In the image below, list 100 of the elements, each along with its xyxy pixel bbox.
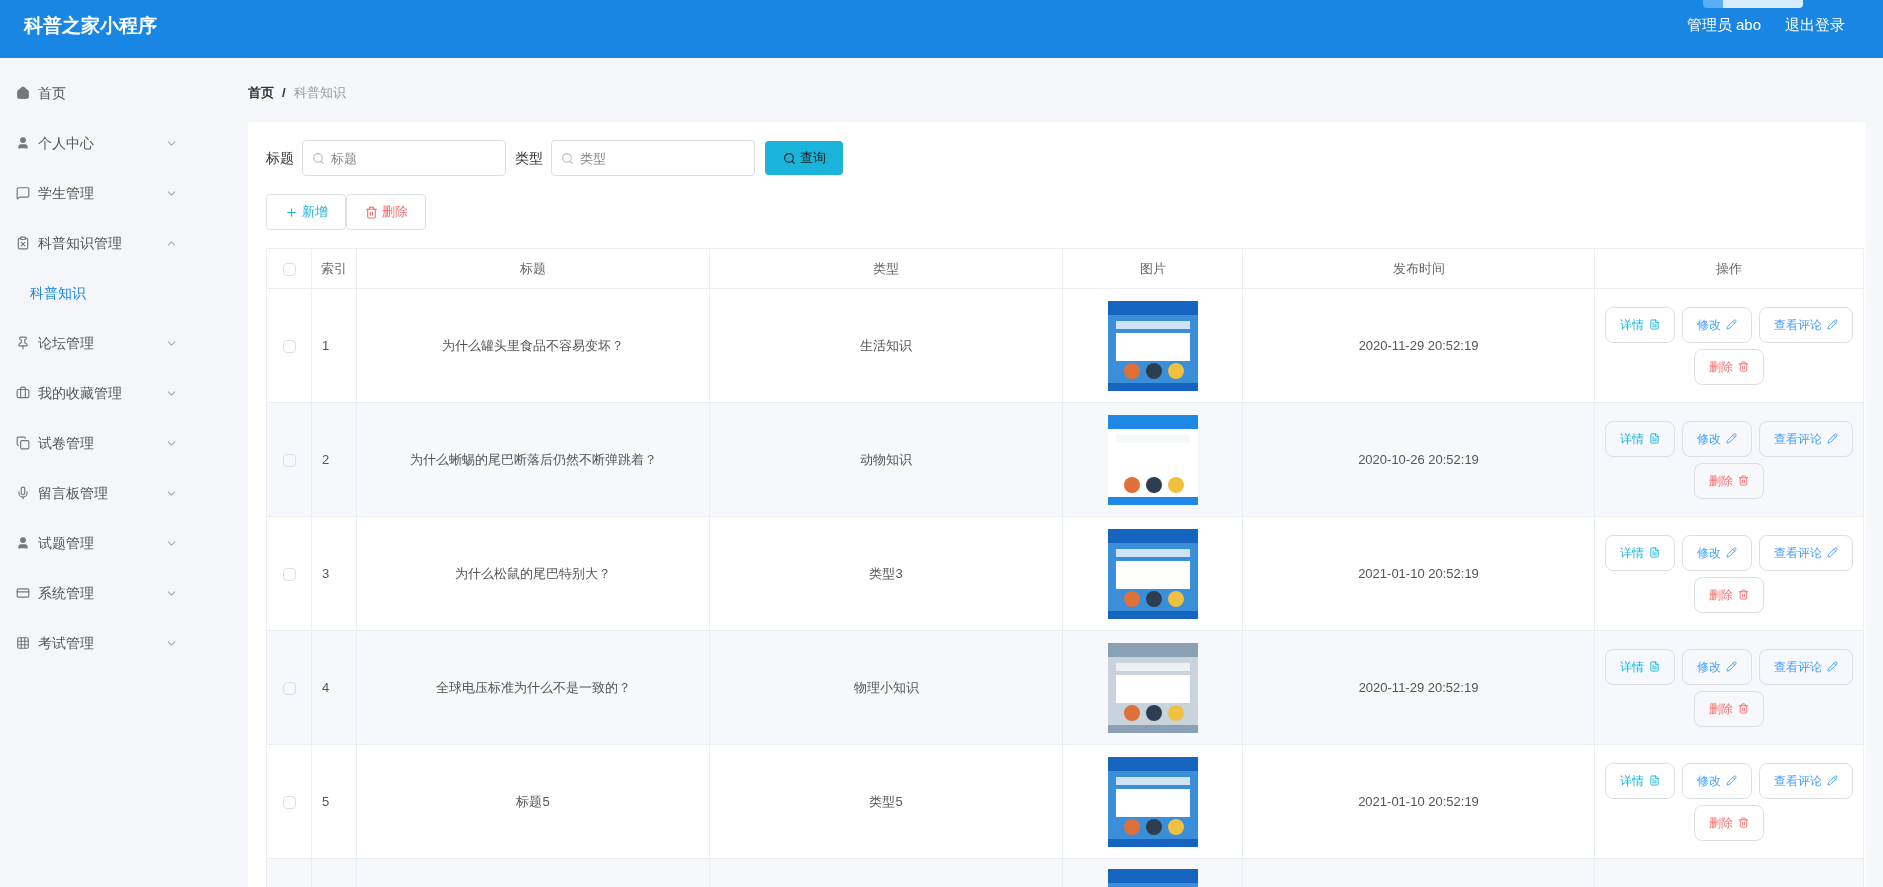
edit-button[interactable]: 修改 — [1682, 306, 1752, 343]
search-label: 标题 — [266, 148, 294, 168]
delete-button[interactable]: 删除 — [1694, 348, 1764, 385]
trash-icon — [1738, 817, 1749, 828]
query-button[interactable]: 查询 — [765, 141, 843, 175]
table-cell: 标题5 — [356, 744, 710, 859]
trash-icon — [364, 205, 378, 219]
comments-button[interactable]: 查看评论 — [1759, 762, 1853, 799]
document-icon — [1649, 433, 1660, 444]
delete-button[interactable]: 删除 — [1694, 804, 1764, 841]
detail-button[interactable]: 详情 — [1605, 306, 1675, 343]
search-icon — [561, 152, 574, 165]
pencil-icon — [1827, 433, 1838, 444]
sidebar-item[interactable]: 考试管理 — [0, 618, 248, 668]
trash-icon — [1738, 475, 1749, 486]
copy-icon — [16, 436, 30, 450]
clipboard-icon — [16, 236, 30, 250]
table-cell: 2020-10-26 20:52:19 — [1242, 402, 1595, 517]
pin-icon — [16, 336, 30, 350]
table-cell: 生活知识 — [709, 288, 1063, 403]
sidebar-item[interactable]: 试卷管理 — [0, 418, 248, 468]
briefcase-icon — [16, 386, 30, 400]
pencil-icon — [1726, 775, 1737, 786]
row-checkbox[interactable] — [282, 453, 296, 467]
edit-button[interactable]: 修改 — [1682, 420, 1752, 457]
detail-button[interactable]: 详情 — [1605, 648, 1675, 685]
table-cell: 2020-11-29 20:52:19 — [1242, 288, 1595, 403]
user-icon — [16, 136, 30, 150]
detail-button[interactable]: 详情 — [1605, 762, 1675, 799]
document-icon — [1649, 775, 1660, 786]
app-title: 科普之家小程序 — [24, 14, 157, 38]
sidebar-item[interactable]: 个人中心 — [0, 118, 248, 168]
pencil-icon — [1726, 319, 1737, 330]
detail-button[interactable]: 详情 — [1605, 420, 1675, 457]
pencil-icon — [1827, 775, 1838, 786]
card-icon — [16, 586, 30, 600]
search-icon — [782, 151, 796, 165]
column-header: 图片 — [1062, 248, 1243, 289]
delete-button[interactable]: 删除 — [1694, 462, 1764, 499]
edit-button[interactable]: 修改 — [1682, 648, 1752, 685]
search-icon — [312, 152, 325, 165]
grid-icon — [16, 636, 30, 650]
table-cell: 2020-11-29 20:52:19 — [1242, 630, 1595, 745]
comments-button[interactable]: 查看评论 — [1759, 420, 1853, 457]
edit-button[interactable]: 修改 — [1682, 762, 1752, 799]
search-field[interactable]: 标题 — [302, 140, 506, 176]
delete-button[interactable]: 删除 — [1694, 690, 1764, 727]
column-header: 标题 — [356, 248, 710, 289]
sidebar-item[interactable]: 首页 — [0, 68, 248, 118]
column-header: 索引 — [311, 248, 357, 289]
breadcrumb-item[interactable]: 首页 — [248, 83, 274, 103]
table-cell: 2 — [311, 402, 357, 517]
banner-widget-icon — [1703, 0, 1803, 8]
breadcrumb-item: 科普知识 — [293, 84, 346, 103]
row-checkbox[interactable] — [282, 681, 296, 695]
row-checkbox[interactable] — [282, 339, 296, 353]
column-header: 操作 — [1594, 248, 1864, 289]
edit-button[interactable]: 修改 — [1682, 534, 1752, 571]
sidebar-item[interactable]: 系统管理 — [0, 568, 248, 618]
logout-link[interactable]: 退出登录 — [1785, 14, 1845, 37]
sidebar-item[interactable]: 留言板管理 — [0, 468, 248, 518]
table-cell: 全球电压标准为什么不是一致的？ — [356, 630, 710, 745]
delete-button[interactable]: 删除 — [346, 194, 426, 230]
table-cell: 类型3 — [709, 516, 1063, 631]
comments-button[interactable]: 查看评论 — [1759, 648, 1853, 685]
detail-button[interactable]: 详情 — [1605, 534, 1675, 571]
chat-icon — [16, 186, 30, 200]
document-icon — [1649, 661, 1660, 672]
row-checkbox[interactable] — [282, 567, 296, 581]
row-checkbox[interactable] — [282, 795, 296, 809]
comments-button[interactable]: 查看评论 — [1759, 306, 1853, 343]
select-all-checkbox[interactable] — [282, 262, 296, 276]
sidebar-item[interactable]: 我的收藏管理 — [0, 368, 248, 418]
add-button[interactable]: 新增 — [266, 194, 346, 230]
sidebar-item[interactable]: 试题管理 — [0, 518, 248, 568]
table-cell: 1 — [311, 288, 357, 403]
table-cell: 为什么松鼠的尾巴特别大？ — [356, 516, 710, 631]
sidebar-subitem[interactable]: 科普知识 — [0, 268, 248, 318]
microphone-icon — [16, 486, 30, 500]
pencil-icon — [1827, 319, 1838, 330]
trash-icon — [1738, 703, 1749, 714]
sidebar-item[interactable]: 科普知识管理 — [0, 218, 248, 268]
table-cell: 为什么罐头里食品不容易变坏？ — [356, 288, 710, 403]
search-label: 类型 — [515, 148, 543, 168]
admin-user-label: 管理员 abo — [1686, 15, 1761, 35]
breadcrumb-separator: / — [282, 84, 286, 103]
sidebar-item[interactable]: 论坛管理 — [0, 318, 248, 368]
sidebar-item[interactable]: 学生管理 — [0, 168, 248, 218]
table-cell: 3 — [311, 516, 357, 631]
delete-button[interactable]: 删除 — [1694, 576, 1764, 613]
table-cell: 动物知识 — [709, 402, 1063, 517]
search-field[interactable]: 类型 — [551, 140, 755, 176]
comments-button[interactable]: 查看评论 — [1759, 534, 1853, 571]
table-cell: 2021-01-10 20:52:19 — [1242, 516, 1595, 631]
pencil-icon — [1726, 433, 1737, 444]
pencil-icon — [1827, 547, 1838, 558]
document-icon — [1649, 319, 1660, 330]
table-cell: 2021-01-10 20:52:19 — [1242, 744, 1595, 859]
table-cell: 为什么蜥蜴的尾巴断落后仍然不断弹跳着？ — [356, 402, 710, 517]
document-icon — [1649, 547, 1660, 558]
